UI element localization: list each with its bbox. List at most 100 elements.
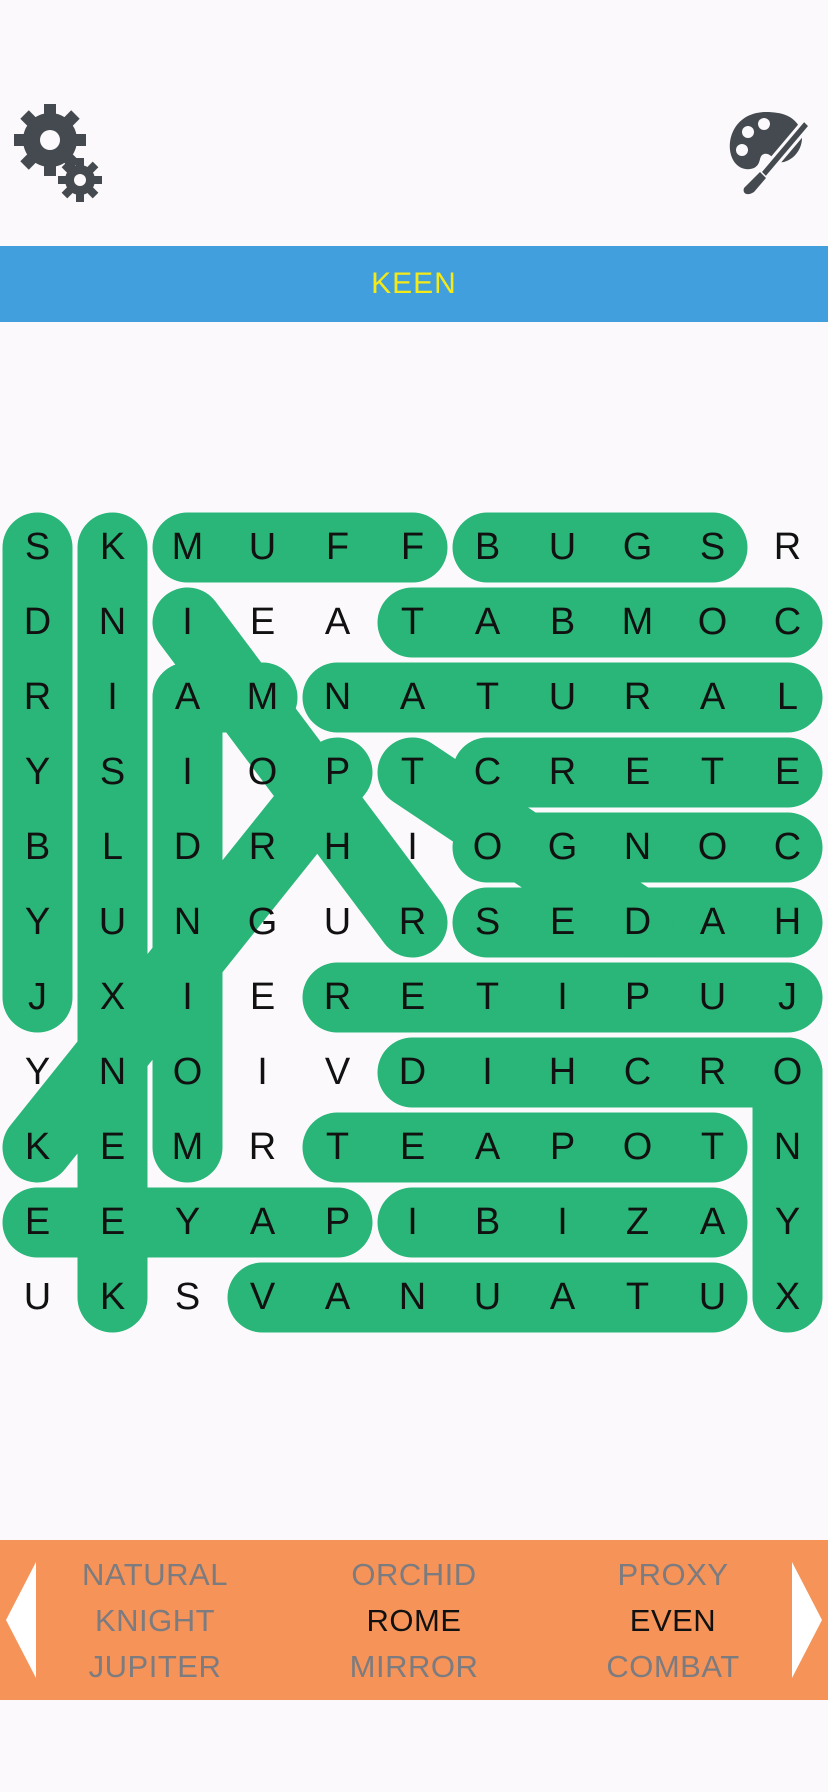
- grid-cell[interactable]: A: [450, 1110, 525, 1185]
- grid-cell[interactable]: R: [0, 660, 75, 735]
- grid-cell[interactable]: P: [300, 735, 375, 810]
- grid-cell[interactable]: O: [225, 735, 300, 810]
- grid-cell[interactable]: S: [75, 735, 150, 810]
- grid-cell[interactable]: V: [300, 1035, 375, 1110]
- grid-cell[interactable]: A: [675, 660, 750, 735]
- grid-cell[interactable]: Z: [600, 1185, 675, 1260]
- grid-cell[interactable]: U: [450, 1260, 525, 1335]
- grid-cell[interactable]: F: [300, 510, 375, 585]
- grid-cell[interactable]: A: [675, 1185, 750, 1260]
- grid-cell[interactable]: R: [750, 510, 825, 585]
- grid-cell[interactable]: S: [675, 510, 750, 585]
- grid-cell[interactable]: D: [0, 585, 75, 660]
- grid-cell[interactable]: U: [675, 960, 750, 1035]
- grid-cell[interactable]: C: [600, 1035, 675, 1110]
- grid-cell[interactable]: R: [525, 735, 600, 810]
- grid-cell[interactable]: U: [225, 510, 300, 585]
- grid-cell[interactable]: I: [525, 1185, 600, 1260]
- grid-cell[interactable]: I: [375, 1185, 450, 1260]
- grid-cell[interactable]: G: [600, 510, 675, 585]
- grid-cell[interactable]: I: [150, 960, 225, 1035]
- grid-cell[interactable]: C: [750, 810, 825, 885]
- grid-cell[interactable]: Y: [0, 885, 75, 960]
- grid-cell[interactable]: B: [450, 1185, 525, 1260]
- grid-cell[interactable]: A: [300, 585, 375, 660]
- grid-cell[interactable]: O: [675, 810, 750, 885]
- grid-cell[interactable]: U: [75, 885, 150, 960]
- grid-cell[interactable]: O: [750, 1035, 825, 1110]
- grid-cell[interactable]: K: [75, 1260, 150, 1335]
- grid-cell[interactable]: R: [375, 885, 450, 960]
- grid-cell[interactable]: O: [150, 1035, 225, 1110]
- grid-cell[interactable]: N: [150, 885, 225, 960]
- grid-cell[interactable]: O: [600, 1110, 675, 1185]
- grid-cell[interactable]: N: [600, 810, 675, 885]
- grid-cell[interactable]: M: [150, 1110, 225, 1185]
- grid-cell[interactable]: X: [750, 1260, 825, 1335]
- grid-cell[interactable]: E: [225, 585, 300, 660]
- grid-cell[interactable]: K: [0, 1110, 75, 1185]
- grid-cell[interactable]: T: [375, 585, 450, 660]
- grid-cell[interactable]: O: [450, 810, 525, 885]
- grid-cell[interactable]: B: [0, 810, 75, 885]
- grid-cell[interactable]: I: [75, 660, 150, 735]
- grid-cell[interactable]: Y: [750, 1185, 825, 1260]
- grid-cell[interactable]: T: [675, 1110, 750, 1185]
- grid-cell[interactable]: N: [75, 1035, 150, 1110]
- grid-cell[interactable]: L: [750, 660, 825, 735]
- grid-cell[interactable]: S: [150, 1260, 225, 1335]
- grid-cell[interactable]: R: [225, 1110, 300, 1185]
- grid-cell[interactable]: H: [300, 810, 375, 885]
- grid-cell[interactable]: U: [0, 1260, 75, 1335]
- grid-cell[interactable]: P: [600, 960, 675, 1035]
- grid-cell[interactable]: S: [0, 510, 75, 585]
- grid-cell[interactable]: M: [150, 510, 225, 585]
- grid-cell[interactable]: T: [600, 1260, 675, 1335]
- grid-cell[interactable]: J: [0, 960, 75, 1035]
- grid-cell[interactable]: M: [225, 660, 300, 735]
- grid-cell[interactable]: A: [300, 1260, 375, 1335]
- grid-cell[interactable]: D: [600, 885, 675, 960]
- grid-cell[interactable]: K: [75, 510, 150, 585]
- grid-cell[interactable]: N: [375, 1260, 450, 1335]
- grid-cell[interactable]: R: [600, 660, 675, 735]
- grid-cell[interactable]: A: [675, 885, 750, 960]
- grid-cell[interactable]: D: [150, 810, 225, 885]
- grid-cell[interactable]: T: [450, 960, 525, 1035]
- grid-cell[interactable]: I: [150, 735, 225, 810]
- grid-cell[interactable]: N: [300, 660, 375, 735]
- grid-cell[interactable]: H: [525, 1035, 600, 1110]
- grid-cell[interactable]: N: [75, 585, 150, 660]
- grid-cell[interactable]: L: [75, 810, 150, 885]
- grid-cell[interactable]: E: [75, 1110, 150, 1185]
- grid-cell[interactable]: N: [750, 1110, 825, 1185]
- grid-cell[interactable]: E: [525, 885, 600, 960]
- grid-cell[interactable]: T: [300, 1110, 375, 1185]
- grid-cell[interactable]: D: [375, 1035, 450, 1110]
- settings-gear-icon[interactable]: [10, 100, 102, 210]
- grid-cell[interactable]: C: [750, 585, 825, 660]
- grid-cell[interactable]: R: [300, 960, 375, 1035]
- grid-cell[interactable]: A: [450, 585, 525, 660]
- grid-cell[interactable]: T: [675, 735, 750, 810]
- grid-cell[interactable]: E: [375, 1110, 450, 1185]
- grid-cell[interactable]: G: [225, 885, 300, 960]
- grid-cell[interactable]: J: [750, 960, 825, 1035]
- grid-cell[interactable]: E: [0, 1185, 75, 1260]
- grid-cell[interactable]: U: [525, 510, 600, 585]
- grid-cell[interactable]: E: [375, 960, 450, 1035]
- grid-cell[interactable]: P: [300, 1185, 375, 1260]
- grid-cell[interactable]: Y: [0, 1035, 75, 1110]
- grid-cell[interactable]: E: [225, 960, 300, 1035]
- grid-cell[interactable]: X: [75, 960, 150, 1035]
- grid-cell[interactable]: U: [525, 660, 600, 735]
- grid-cell[interactable]: T: [450, 660, 525, 735]
- word-grid[interactable]: SKMUFFBUGSRDNIEATABMOCRIAMNATURALYSIOPTC…: [0, 510, 828, 1335]
- grid-cell[interactable]: E: [750, 735, 825, 810]
- grid-cell[interactable]: I: [225, 1035, 300, 1110]
- grid-cell[interactable]: T: [375, 735, 450, 810]
- grid-cell[interactable]: E: [75, 1185, 150, 1260]
- grid-cell[interactable]: C: [450, 735, 525, 810]
- grid-cell[interactable]: B: [450, 510, 525, 585]
- grid-cell[interactable]: Y: [150, 1185, 225, 1260]
